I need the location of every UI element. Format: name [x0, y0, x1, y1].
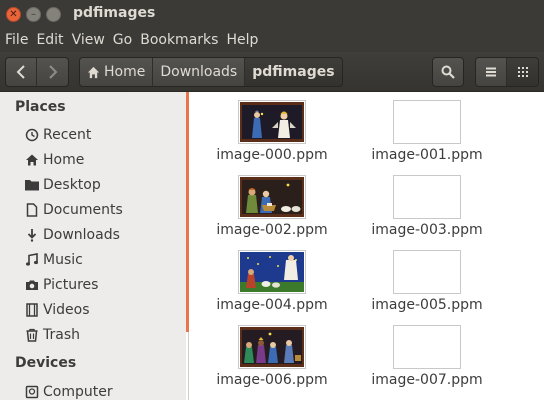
- folder-icon: [24, 177, 40, 193]
- computer-icon: [24, 384, 40, 400]
- sidebar-item-label: Documents: [43, 202, 123, 218]
- maximize-window-button[interactable]: [46, 7, 61, 22]
- close-window-button[interactable]: ✕: [6, 7, 21, 22]
- file-thumbnail: [393, 100, 461, 144]
- sidebar-item-label: Music: [43, 252, 83, 268]
- list-view-button[interactable]: [476, 58, 508, 86]
- breadcrumb-label: pdfimages: [252, 64, 335, 80]
- home-icon: [87, 66, 100, 78]
- menu-bar: File Edit View Go Bookmarks Help: [0, 28, 544, 52]
- file-item[interactable]: image-005.ppm: [357, 242, 497, 314]
- file-item[interactable]: image-000.ppm: [202, 92, 342, 164]
- document-icon: [24, 202, 40, 218]
- file-thumbnail: [393, 325, 461, 369]
- sidebar-item-pictures[interactable]: Pictures: [24, 274, 98, 296]
- sidebar-item-label: Downloads: [43, 227, 120, 243]
- sidebar-item-recent[interactable]: Recent: [24, 124, 91, 146]
- file-item[interactable]: image-003.ppm: [357, 167, 497, 239]
- file-name: image-000.ppm: [216, 147, 328, 163]
- sidebar-heading-devices: Devices: [15, 355, 77, 371]
- trash-icon: [24, 327, 40, 343]
- breadcrumb-pdfimages[interactable]: pdfimages: [245, 58, 342, 86]
- file-name: image-002.ppm: [216, 222, 328, 238]
- file-thumbnail: [393, 175, 461, 219]
- breadcrumb-downloads[interactable]: Downloads: [153, 58, 246, 86]
- sidebar-item-label: Home: [43, 152, 85, 168]
- camera-icon: [24, 277, 40, 293]
- forward-button[interactable]: [37, 58, 68, 86]
- sidebar-item-music[interactable]: Music: [24, 249, 83, 271]
- nativity-kings-picture: [240, 327, 304, 367]
- search-button[interactable]: [432, 57, 464, 87]
- clock-icon: [24, 127, 40, 143]
- window-title: pdfimages: [73, 5, 156, 21]
- breadcrumb: Home Downloads pdfimages: [79, 57, 343, 87]
- sidebar-item-desktop[interactable]: Desktop: [24, 174, 101, 196]
- file-name: image-005.ppm: [371, 297, 483, 313]
- sidebar-item-label: Computer: [43, 384, 113, 400]
- sidebar-item-computer[interactable]: Computer: [24, 381, 113, 400]
- grid-icon: [517, 67, 528, 77]
- sidebar-item-videos[interactable]: Videos: [24, 299, 90, 321]
- file-thumbnail: [238, 175, 306, 219]
- menu-view[interactable]: View: [72, 32, 105, 48]
- file-thumbnail: [238, 325, 306, 369]
- menu-bookmarks[interactable]: Bookmarks: [140, 32, 218, 48]
- breadcrumb-home[interactable]: Home: [80, 58, 154, 86]
- sidebar: Places Recent Home Desktop Documents Dow…: [0, 92, 186, 400]
- file-item[interactable]: image-004.ppm: [202, 242, 342, 314]
- file-name: image-004.ppm: [216, 297, 328, 313]
- nav-buttons: [5, 57, 69, 87]
- file-item[interactable]: image-007.ppm: [357, 317, 497, 389]
- minimize-window-button[interactable]: –: [26, 7, 41, 22]
- film-icon: [24, 302, 40, 318]
- file-name: image-006.ppm: [216, 372, 328, 388]
- file-name: image-007.ppm: [371, 372, 483, 388]
- sidebar-item-label: Trash: [43, 327, 80, 343]
- view-toggle: [475, 57, 539, 87]
- close-icon: ✕: [9, 8, 18, 20]
- menu-file[interactable]: File: [5, 32, 28, 48]
- menu-edit[interactable]: Edit: [36, 32, 63, 48]
- file-item[interactable]: image-001.ppm: [357, 92, 497, 164]
- night-angel-picture: [240, 252, 304, 292]
- chevron-right-icon: [48, 65, 57, 79]
- sidebar-item-label: Pictures: [43, 277, 99, 293]
- breadcrumb-label: Home: [104, 64, 146, 80]
- nativity-angel-picture: [240, 102, 304, 142]
- sidebar-item-documents[interactable]: Documents: [24, 199, 123, 221]
- file-item[interactable]: image-006.ppm: [202, 317, 342, 389]
- sidebar-item-label: Recent: [43, 127, 92, 143]
- sidebar-item-home[interactable]: Home: [24, 149, 84, 171]
- file-item[interactable]: image-002.ppm: [202, 167, 342, 239]
- list-icon: [486, 67, 496, 77]
- home-icon: [24, 152, 40, 168]
- music-icon: [24, 252, 40, 268]
- menu-go[interactable]: Go: [113, 32, 132, 48]
- minimize-icon: –: [31, 8, 36, 20]
- file-name: image-001.ppm: [371, 147, 483, 163]
- download-icon: [24, 227, 40, 243]
- file-name: image-003.ppm: [371, 222, 483, 238]
- sidebar-item-label: Videos: [43, 302, 90, 318]
- breadcrumb-label: Downloads: [160, 64, 238, 80]
- toolbar: Home Downloads pdfimages: [0, 52, 544, 92]
- grid-view-button[interactable]: [507, 58, 538, 86]
- file-thumbnail: [238, 100, 306, 144]
- title-bar: ✕ – pdfimages: [0, 0, 544, 28]
- back-button[interactable]: [6, 58, 38, 86]
- file-grid: image-000.ppm image-001.ppm image-002.pp…: [189, 92, 544, 400]
- file-thumbnail: [393, 250, 461, 294]
- nativity-manger-picture: [240, 177, 304, 217]
- file-thumbnail: [238, 250, 306, 294]
- menu-help[interactable]: Help: [226, 32, 258, 48]
- search-icon: [441, 65, 455, 79]
- sidebar-item-downloads[interactable]: Downloads: [24, 224, 120, 246]
- sidebar-heading-places: Places: [15, 99, 66, 115]
- sidebar-item-trash[interactable]: Trash: [24, 324, 80, 346]
- chevron-left-icon: [16, 65, 25, 79]
- sidebar-item-label: Desktop: [43, 177, 101, 193]
